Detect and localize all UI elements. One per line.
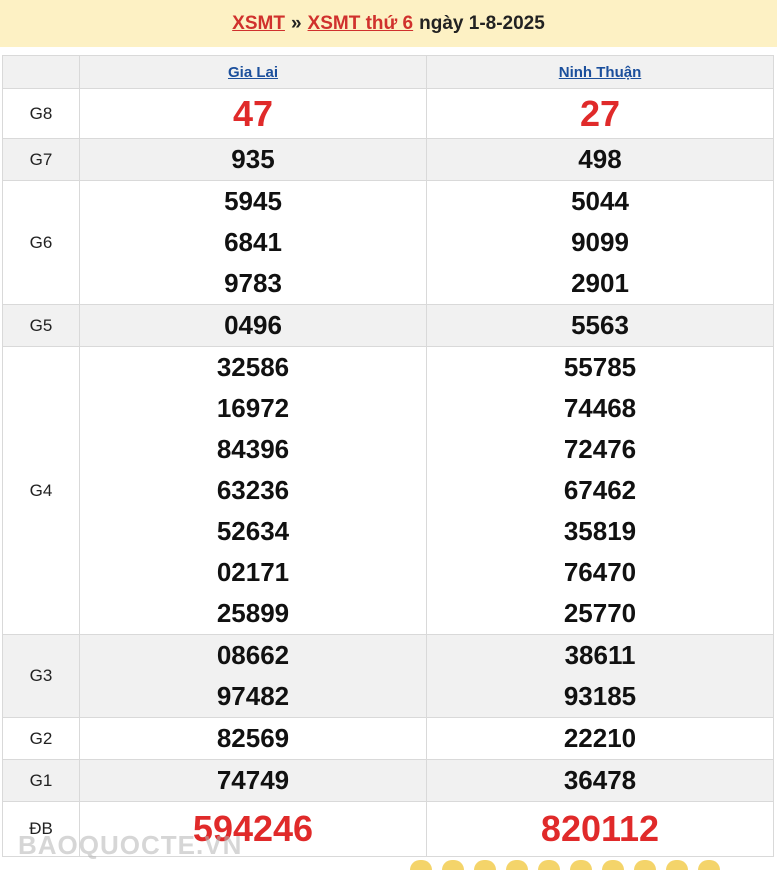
result-number: 2901: [571, 268, 629, 298]
dot: [570, 860, 592, 870]
result-number: 5945: [224, 186, 282, 216]
prize-label: G3: [2, 634, 80, 718]
result-cell-ninh-thuan: 36478: [426, 759, 774, 802]
result-number: 498: [578, 144, 622, 174]
province-header-ninh-thuan: Ninh Thuận: [426, 55, 774, 89]
results-table: Gia Lai Ninh Thuận G8 47 27 G7 935 498 G6 5945 6…: [2, 55, 774, 857]
result-cell-ninh-thuan: 498: [426, 138, 774, 181]
result-number: 25770: [563, 598, 637, 628]
result-number: 93185: [563, 681, 637, 711]
result-number: 55785: [563, 352, 637, 382]
result-number: 38611: [564, 640, 636, 670]
prize-label: G7: [2, 138, 80, 181]
prize-label: G5: [2, 304, 80, 347]
prize-column-header: [2, 55, 80, 89]
result-cell-ninh-thuan: 820112: [426, 801, 774, 857]
result-number: 22210: [563, 723, 637, 753]
result-cell-gia-lai: 32586 16972 84396 63236 52634 02171 25899: [79, 346, 427, 635]
prize-row: G5 0496 5563: [2, 304, 774, 347]
result-number: 9099: [571, 227, 629, 257]
page-header: XSMT » XSMT thứ 6 ngày 1-8-2025: [0, 0, 777, 47]
result-number: 5044: [571, 186, 629, 216]
result-number: 820112: [540, 808, 660, 849]
result-number: 935: [231, 144, 275, 174]
prize-label: G1: [2, 759, 80, 802]
province-link-ninh-thuan[interactable]: Ninh Thuận: [559, 64, 642, 81]
province-header-gia-lai: Gia Lai: [79, 55, 427, 89]
result-cell-ninh-thuan: 27: [426, 88, 774, 139]
result-cell-ninh-thuan: 5044 9099 2901: [426, 180, 774, 305]
prize-row: G7 935 498: [2, 138, 774, 181]
dot: [410, 860, 432, 870]
result-cell-gia-lai: 08662 97482: [79, 634, 427, 718]
prize-row: G2 82569 22210: [2, 717, 774, 760]
result-number: 5563: [571, 310, 629, 340]
result-cell-ninh-thuan: 38611 93185: [426, 634, 774, 718]
result-number: 74749: [216, 765, 290, 795]
xsmt-link[interactable]: XSMT: [232, 13, 285, 35]
result-cell-gia-lai: 5945 6841 9783: [79, 180, 427, 305]
prize-label: G6: [2, 180, 80, 305]
result-number: 32586: [216, 352, 290, 382]
province-header-row: Gia Lai Ninh Thuận: [2, 55, 774, 89]
result-number: 82569: [216, 723, 290, 753]
result-cell-gia-lai: 74749: [79, 759, 427, 802]
result-number: 63236: [216, 475, 290, 505]
dot: [634, 860, 656, 870]
dot: [442, 860, 464, 870]
result-number: 6841: [224, 227, 282, 257]
dot: [538, 860, 560, 870]
result-number: 16972: [216, 393, 290, 423]
result-cell-ninh-thuan: 55785 74468 72476 67462 35819 76470 25770: [426, 346, 774, 635]
prize-row: G8 47 27: [2, 88, 774, 139]
result-number: 25899: [216, 598, 290, 628]
result-number: 84396: [216, 434, 290, 464]
xsmt-friday-link[interactable]: XSMT thứ 6: [308, 13, 414, 35]
prize-row: G1 74749 36478: [2, 759, 774, 802]
dot: [698, 860, 720, 870]
result-cell-ninh-thuan: 5563: [426, 304, 774, 347]
result-number: 35819: [563, 516, 637, 546]
prize-row: G4 32586 16972 84396 63236 52634 02171 25899 557…: [2, 346, 774, 635]
prize-label: G4: [2, 346, 80, 635]
result-number: 47: [232, 93, 274, 134]
result-number: 27: [579, 93, 621, 134]
result-cell-gia-lai: 47: [79, 88, 427, 139]
result-number: 74468: [563, 393, 637, 423]
dot: [474, 860, 496, 870]
result-cell-gia-lai: 0496: [79, 304, 427, 347]
dot: [666, 860, 688, 870]
province-link-gia-lai[interactable]: Gia Lai: [228, 64, 278, 81]
result-number: 67462: [563, 475, 637, 505]
result-number: 9783: [224, 268, 282, 298]
result-number: 72476: [563, 434, 637, 464]
prize-label: G2: [2, 717, 80, 760]
prize-row: G3 08662 97482 38611 93185: [2, 634, 774, 718]
result-number: 36478: [563, 765, 637, 795]
watermark-logo: BAOQUOCTE.VN: [18, 830, 243, 860]
result-number: 08662: [216, 640, 290, 670]
result-cell-gia-lai: 935: [79, 138, 427, 181]
draw-date: ngày 1-8-2025: [419, 12, 545, 34]
result-number: 76470: [563, 557, 637, 587]
result-cell-gia-lai: 82569: [79, 717, 427, 760]
pagination-dots: [410, 860, 720, 870]
prize-row: G6 5945 6841 9783 5044 9099 2901: [2, 180, 774, 305]
result-cell-ninh-thuan: 22210: [426, 717, 774, 760]
dot: [506, 860, 528, 870]
result-number: 97482: [216, 681, 290, 711]
breadcrumb-separator: »: [290, 12, 302, 34]
dot: [602, 860, 624, 870]
prize-label: G8: [2, 88, 80, 139]
result-number: 02171: [216, 557, 290, 587]
result-number: 0496: [224, 310, 282, 340]
result-number: 52634: [216, 516, 290, 546]
